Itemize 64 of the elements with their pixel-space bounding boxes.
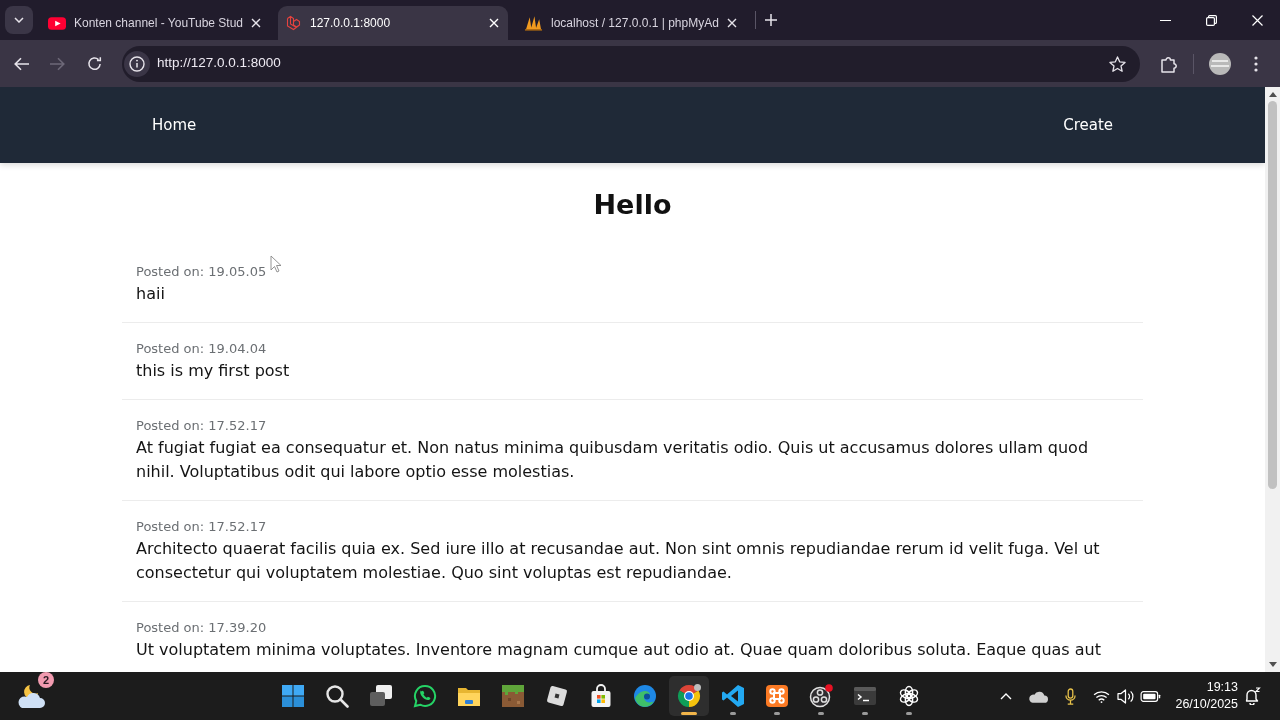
swirl-icon xyxy=(633,684,657,708)
chevron-up-icon[interactable] xyxy=(1000,692,1012,700)
knot-icon xyxy=(897,684,921,708)
post-date: Posted on: 17.52.17 xyxy=(136,518,267,536)
post-date: Posted on: 17.39.20 xyxy=(136,619,267,637)
browser-tab[interactable]: 127.0.0.1:8000 xyxy=(278,6,508,40)
speaker-icon[interactable] xyxy=(1116,688,1134,704)
scroll-down-icon[interactable] xyxy=(1268,662,1277,667)
address-bar[interactable]: http://127.0.0.1:8000 xyxy=(122,45,1140,82)
grass-block-icon xyxy=(501,684,525,708)
page-heading: Hello xyxy=(593,189,672,221)
scroll-up-icon[interactable] xyxy=(1268,92,1277,97)
sails-icon xyxy=(524,15,543,31)
info-icon xyxy=(129,55,145,72)
site-info-button[interactable] xyxy=(124,50,150,77)
back-arrow-icon[interactable] xyxy=(14,56,30,71)
notification-badge: 2 xyxy=(38,672,54,688)
post-text: haii xyxy=(136,283,165,305)
post-date: Posted on: 19.04.04 xyxy=(136,340,267,358)
scrollbar-thumb[interactable] xyxy=(1268,101,1277,489)
notification-bell-icon[interactable] xyxy=(1244,687,1262,705)
color-wheel-icon xyxy=(677,684,701,708)
wifi-icon[interactable] xyxy=(1092,689,1110,703)
cloud-icon[interactable] xyxy=(1028,689,1048,703)
clock-date[interactable]: 26/10/2025 xyxy=(1175,696,1238,713)
clock-time[interactable]: 19:13 xyxy=(1206,679,1238,696)
terminal-icon xyxy=(853,684,877,708)
search-icon xyxy=(325,684,349,708)
weather-icon[interactable] xyxy=(16,683,48,709)
play-icon xyxy=(48,16,66,30)
four-squares-icon xyxy=(281,684,305,708)
avatar-icon[interactable] xyxy=(1209,52,1231,75)
puzzle-icon[interactable] xyxy=(1160,54,1178,73)
post-date: Posted on: 17.52.17 xyxy=(136,417,267,435)
star-icon[interactable] xyxy=(1109,55,1126,72)
minimize-icon[interactable] xyxy=(1159,19,1171,21)
record-dot-icon xyxy=(809,684,833,708)
ribbon-icon xyxy=(721,684,745,708)
menu-icon[interactable] xyxy=(1254,55,1258,72)
close-icon[interactable] xyxy=(727,18,737,28)
nav-link[interactable]: Create xyxy=(1047,107,1129,143)
chevron-down-icon xyxy=(14,17,24,23)
taskbar-app[interactable] xyxy=(669,676,709,716)
close-icon[interactable] xyxy=(251,18,261,28)
loop-tile-icon xyxy=(765,684,789,708)
restore-icon[interactable] xyxy=(1205,14,1217,26)
microphone-icon[interactable] xyxy=(1064,687,1076,705)
nav-link[interactable]: Home xyxy=(136,107,213,143)
reload-icon[interactable] xyxy=(86,56,102,71)
tab-list-button[interactable] xyxy=(5,6,33,34)
post-text: this is my first post xyxy=(136,360,290,382)
cube-outline-icon xyxy=(286,15,302,31)
browser-tab[interactable]: Konten channel - YouTube Stud xyxy=(40,6,270,40)
battery-icon[interactable] xyxy=(1139,690,1161,702)
post-text: Ut voluptatem minima voluptates. Inventore magnam cumque aut odio at. Quae quam doloribus soluta. Eaque quas aut xyxy=(136,639,1101,661)
phone-bubble-icon xyxy=(413,684,437,708)
post-text: Architecto quaerat facilis quia ex. Sed iure illo at recusandae aut. Non sint omnis repudiandae rerum id velit fuga. Vel ut consectetur qui voluptatem molestiae. Quo sint voluptas est repudiandae. xyxy=(136,538,1101,584)
shopping-bag-icon xyxy=(589,684,613,708)
mouse-pointer-icon xyxy=(270,255,282,273)
post-date: Posted on: 19.05.05 xyxy=(136,263,267,281)
post-text: At fugiat fugiat ea consequatur et. Non natus minima quibusdam veritatis odio. Quis ut accusamus dolores ullam quod nihil. Voluptatibus odit qui labore optio esse molestias. xyxy=(136,437,1090,483)
browser-tab[interactable]: localhost / 127.0.0.1 | phpMyAd xyxy=(516,6,746,40)
overlapping-windows-icon xyxy=(369,684,393,708)
plus-icon[interactable] xyxy=(765,14,777,26)
